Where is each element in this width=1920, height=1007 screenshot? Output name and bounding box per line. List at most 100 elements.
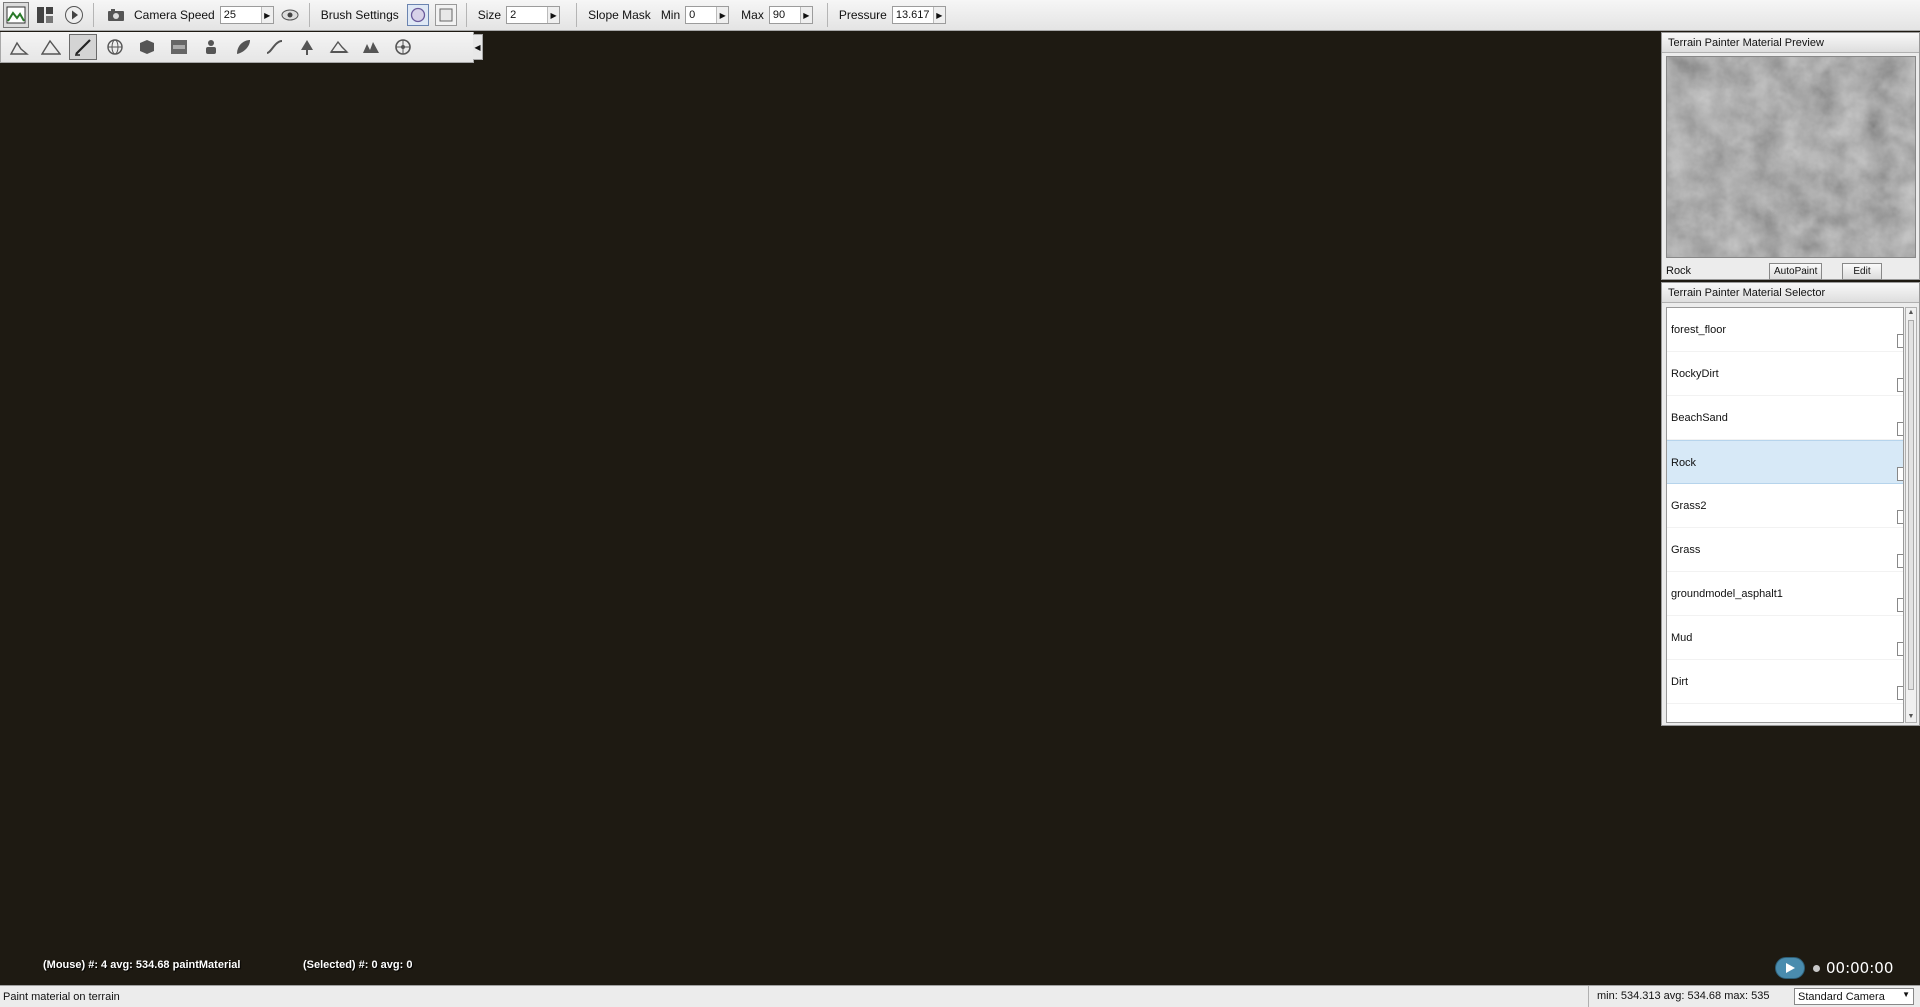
- noise-icon[interactable]: [357, 34, 385, 60]
- material-item-forest-floor[interactable]: forest_floor: [1667, 308, 1903, 352]
- material-checkbox[interactable]: [1897, 554, 1903, 568]
- material-list-scrollbar[interactable]: ▲ ▼: [1905, 307, 1917, 723]
- eye-icon[interactable]: [277, 2, 303, 28]
- slope-max-value[interactable]: 90: [770, 7, 800, 23]
- terrain-adjust-icon[interactable]: [37, 34, 65, 60]
- material-label: forest_floor: [1671, 324, 1727, 336]
- paint-brush-icon[interactable]: [69, 34, 97, 60]
- square-brush-button[interactable]: [434, 4, 457, 26]
- camera-speed-label: Camera Speed: [134, 8, 215, 22]
- material-checkbox[interactable]: [1897, 510, 1903, 524]
- chevron-right-icon[interactable]: ▶: [260, 7, 273, 23]
- layout-icon[interactable]: [32, 2, 58, 28]
- material-preview-panel: Terrain Painter Material Preview Rock Au…: [1661, 32, 1920, 280]
- size-value[interactable]: 2: [507, 7, 547, 23]
- material-preview-footer: Rock AutoPaint Edit: [1662, 261, 1919, 281]
- globe-icon[interactable]: [101, 34, 129, 60]
- material-label: Mud: [1671, 632, 1693, 644]
- flatten-icon[interactable]: [325, 34, 353, 60]
- material-item-dirt[interactable]: Dirt: [1667, 660, 1903, 704]
- chevron-right-icon[interactable]: ▶: [716, 7, 729, 23]
- edit-button[interactable]: Edit: [1842, 262, 1882, 280]
- play-icon[interactable]: [61, 2, 87, 28]
- camera-select[interactable]: Standard Camera ▼: [1794, 988, 1914, 1005]
- play-button[interactable]: [1775, 957, 1805, 979]
- terrain-viewport[interactable]: [0, 32, 1920, 985]
- slope-min-stepper[interactable]: 0 ▶: [685, 6, 730, 24]
- path-icon[interactable]: [165, 34, 193, 60]
- terrain-editor-icon[interactable]: [3, 2, 29, 28]
- collapse-toolbar-button[interactable]: ◀: [473, 34, 483, 60]
- size-label: Size: [477, 8, 502, 22]
- terrain-raise-icon[interactable]: [5, 34, 33, 60]
- circle-icon: [410, 7, 425, 23]
- material-checkbox[interactable]: [1897, 334, 1903, 348]
- material-list[interactable]: forest_floor RockyDirt BeachSand Rock Gr…: [1666, 307, 1904, 723]
- smooth-icon[interactable]: [261, 34, 289, 60]
- min-label: Min: [660, 8, 681, 22]
- chevron-down-icon: ▼: [1902, 990, 1910, 999]
- toolbar-separator: [93, 3, 94, 27]
- max-label: Max: [741, 8, 764, 22]
- material-selector-panel: Terrain Painter Material Selector forest…: [1661, 282, 1920, 726]
- chevron-right-icon[interactable]: ▶: [799, 7, 812, 23]
- material-checkbox[interactable]: [1897, 422, 1903, 436]
- main-toolbar: Camera Speed 25 ▶ Brush Settings Size 2 …: [0, 0, 1920, 31]
- camera-speed-stepper[interactable]: 25 ▶: [219, 6, 274, 24]
- material-label: Dirt: [1671, 676, 1689, 688]
- circle-brush-button[interactable]: [406, 4, 429, 26]
- material-checkbox[interactable]: [1897, 378, 1903, 392]
- toolbar-separator: [826, 3, 828, 27]
- material-label: groundmodel_asphalt1: [1671, 588, 1783, 600]
- terrain-tools-toolbar: ◀: [0, 32, 483, 63]
- material-item-rock[interactable]: Rock: [1667, 440, 1903, 484]
- camera-speed-value[interactable]: 25: [221, 7, 261, 23]
- brush-settings-label: Brush Settings: [320, 8, 399, 22]
- material-checkbox[interactable]: [1897, 598, 1903, 612]
- material-item-groundmodel-asphalt1[interactable]: groundmodel_asphalt1: [1667, 572, 1903, 616]
- figure-icon[interactable]: [197, 34, 225, 60]
- status-message: Paint material on terrain: [3, 990, 120, 1003]
- material-item-mud[interactable]: Mud: [1667, 616, 1903, 660]
- vehicle: [706, 76, 754, 104]
- autopaint-button[interactable]: AutoPaint: [1769, 262, 1823, 280]
- mouse-info: (Mouse) #: 4 avg: 534.68 paintMaterial: [43, 959, 241, 971]
- cube-icon[interactable]: [133, 34, 161, 60]
- square-icon: [439, 8, 453, 22]
- play-icon: [1786, 963, 1795, 973]
- material-item-beachsand[interactable]: BeachSand: [1667, 396, 1903, 440]
- material-label: RockyDirt: [1671, 368, 1719, 380]
- playback-timer: 00:00:00: [1826, 959, 1894, 977]
- material-item-grass2[interactable]: Grass2: [1667, 484, 1903, 528]
- wheel-icon[interactable]: [389, 34, 417, 60]
- terrain-scene: [0, 32, 1920, 985]
- camera-select-value: Standard Camera: [1798, 990, 1885, 1003]
- scroll-down-icon[interactable]: ▼: [1906, 712, 1916, 722]
- selected-material-name: Rock: [1666, 265, 1692, 277]
- size-stepper[interactable]: 2 ▶: [506, 6, 561, 24]
- terrain-stats: min: 534.313 avg: 534.68 max: 535: [1588, 986, 1788, 1007]
- material-preview-image: [1666, 56, 1916, 258]
- leaf-icon[interactable]: [229, 34, 257, 60]
- material-item-grass[interactable]: Grass: [1667, 528, 1903, 572]
- brush-outline: [46, 216, 252, 272]
- pressure-stepper[interactable]: 13.617 ▶: [891, 6, 946, 24]
- playback-controls: 00:00:00: [1775, 957, 1893, 979]
- selected-info: (Selected) #: 0 avg: 0: [303, 959, 413, 971]
- scroll-up-icon[interactable]: ▲: [1906, 308, 1916, 318]
- camera-icon[interactable]: [103, 2, 129, 28]
- slope-mask-label: Slope Mask: [588, 8, 651, 22]
- slope-max-stepper[interactable]: 90 ▶: [768, 6, 813, 24]
- chevron-right-icon[interactable]: ▶: [932, 7, 945, 23]
- material-checkbox[interactable]: [1897, 642, 1903, 656]
- slope-min-value[interactable]: 0: [686, 7, 716, 23]
- scrollbar-thumb[interactable]: [1908, 320, 1914, 690]
- chevron-right-icon[interactable]: ▶: [547, 7, 560, 23]
- toolbar-separator: [308, 3, 310, 27]
- material-checkbox[interactable]: [1897, 467, 1903, 481]
- tree-icon[interactable]: [293, 34, 321, 60]
- pressure-value[interactable]: 13.617: [893, 7, 933, 23]
- material-checkbox[interactable]: [1897, 686, 1903, 700]
- material-item-rockydirt[interactable]: RockyDirt: [1667, 352, 1903, 396]
- material-preview-title: Terrain Painter Material Preview: [1662, 33, 1919, 53]
